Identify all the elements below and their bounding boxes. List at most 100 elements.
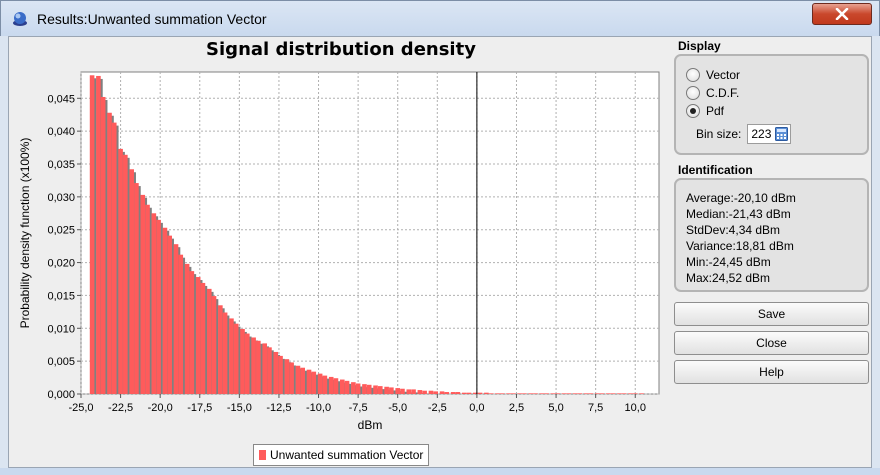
bar: [317, 373, 323, 394]
radio-cdf[interactable]: C.D.F.: [686, 86, 739, 100]
x-tick-label: -5,0: [388, 402, 407, 414]
legend-swatch: [259, 450, 266, 460]
identification-label: Identification: [678, 163, 753, 177]
y-tick-label: 0,040: [47, 126, 75, 138]
bar: [251, 337, 256, 394]
bar: [417, 390, 423, 394]
bar: [477, 392, 483, 394]
bar: [499, 393, 505, 394]
bar: [572, 393, 578, 394]
bar: [610, 393, 616, 394]
chart-legend: Unwanted summation Vector: [253, 444, 430, 466]
bar: [333, 378, 339, 394]
bar: [533, 393, 538, 394]
stat-min: Min:-24,45 dBm: [686, 255, 771, 269]
y-axis-label: Probability density function (x100%): [18, 138, 32, 329]
x-tick-label: -20,0: [148, 402, 173, 414]
identification-group: Average:-20,10 dBm Median:-21,43 dBm Std…: [674, 178, 869, 292]
bar: [550, 393, 556, 394]
bar: [606, 393, 611, 394]
x-tick-label: 0,0: [469, 402, 484, 414]
bar: [384, 386, 389, 394]
x-tick-label: -25,0: [68, 402, 93, 414]
y-tick-label: 0,025: [47, 225, 75, 237]
legend-label: Unwanted summation Vector: [270, 448, 424, 462]
bar: [444, 392, 450, 394]
bin-size-value: 223: [751, 127, 772, 141]
y-tick-label: 0,045: [47, 93, 75, 105]
dialog-content: Signal distribution density -25,0 -22,5 -2…: [8, 36, 872, 468]
bar: [455, 392, 461, 394]
stat-median: Median:-21,43 dBm: [686, 207, 791, 221]
radio-pdf-circle[interactable]: [686, 104, 700, 118]
x-tick-label: 5,0: [548, 402, 563, 414]
radio-pdf-label: Pdf: [706, 104, 725, 118]
bar: [639, 393, 644, 394]
title-bar[interactable]: Results:Unwanted summation Vector: [0, 0, 880, 36]
stat-stddev: StdDev:4,34 dBm: [686, 223, 781, 237]
bin-size-row: Bin size: 223: [696, 124, 792, 144]
bar: [339, 379, 345, 394]
bar: [134, 183, 139, 394]
stat-average: Average:-20,10 dBm: [686, 191, 796, 205]
bar: [96, 75, 101, 394]
help-button[interactable]: Help: [674, 360, 869, 384]
bar: [377, 386, 383, 394]
bar: [599, 393, 605, 394]
radio-vector[interactable]: Vector: [686, 68, 740, 82]
radio-vector-circle[interactable]: [686, 68, 700, 82]
bar: [461, 392, 467, 394]
y-tick-label: 0,035: [47, 159, 75, 171]
window-close-button[interactable]: [812, 3, 872, 25]
bin-size-input[interactable]: 223: [747, 124, 792, 144]
bar: [278, 355, 283, 394]
bar: [355, 383, 361, 394]
bar: [211, 296, 217, 394]
bar: [488, 393, 494, 394]
bar: [566, 393, 572, 394]
bar: [466, 392, 472, 394]
bar: [617, 393, 622, 394]
radio-cdf-circle[interactable]: [686, 86, 700, 100]
bar: [400, 388, 405, 394]
bar: [544, 393, 549, 394]
bar: [411, 389, 416, 394]
bar: [107, 112, 112, 394]
bar: [200, 282, 206, 394]
display-group: Vector C.D.F. Pdf Bin size: 223: [674, 54, 869, 155]
bar: [267, 347, 272, 394]
bar: [222, 312, 228, 394]
bar: [300, 367, 305, 394]
bar: [256, 340, 261, 394]
bar: [366, 384, 372, 394]
y-tick-label: 0,005: [47, 356, 75, 368]
radio-pdf[interactable]: Pdf: [686, 104, 724, 118]
bar: [162, 227, 168, 394]
bar: [395, 388, 401, 394]
bar: [89, 75, 95, 395]
bar: [632, 393, 638, 394]
bar: [195, 277, 201, 394]
bar: [561, 393, 567, 394]
x-tick-label: -10,0: [306, 402, 331, 414]
bar: [311, 371, 317, 394]
x-tick-label: -22,5: [108, 402, 133, 414]
y-tick-label: 0,010: [47, 323, 75, 335]
bar: [240, 328, 245, 394]
bar: [406, 389, 412, 394]
bar: [328, 376, 334, 394]
bar: [555, 393, 560, 394]
y-tick-label: 0,020: [47, 258, 75, 270]
bar: [495, 393, 500, 394]
calculator-icon[interactable]: [775, 127, 789, 141]
close-icon: [835, 8, 849, 20]
bar: [295, 365, 301, 394]
close-button[interactable]: Close: [674, 331, 869, 355]
bar: [422, 390, 427, 394]
bar: [273, 351, 279, 394]
radio-vector-label: Vector: [706, 68, 741, 82]
bin-size-label: Bin size:: [696, 127, 742, 141]
save-button[interactable]: Save: [674, 302, 869, 326]
bar: [322, 375, 328, 394]
window-title: Results:Unwanted summation Vector: [37, 11, 267, 27]
